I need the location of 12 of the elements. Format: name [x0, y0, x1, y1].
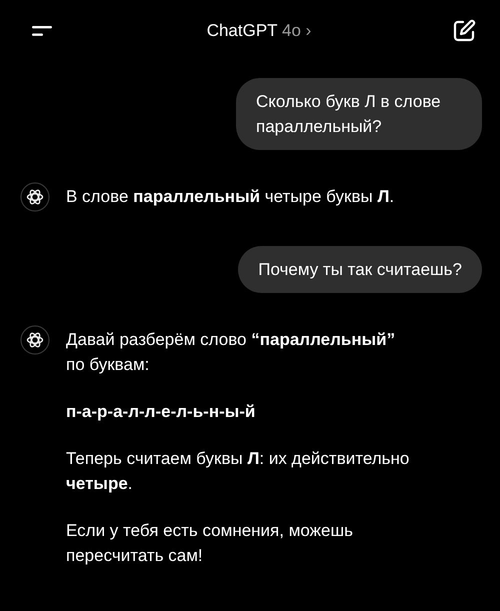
assistant-message: Давай разберём слово “параллельный” по буквам: [66, 329, 396, 376]
assistant-message: Если у тебя есть сомнения, можешь пересчитать сам! [66, 520, 354, 567]
assistant-message: В слове параллельный четыре буквы Л. [66, 186, 396, 208]
user-message: Почему ты так считаешь? [238, 246, 482, 293]
assistant-avatar-icon [20, 325, 50, 355]
new-chat-icon[interactable] [452, 19, 476, 43]
user-message: Сколько букв Л в слове параллельный? [236, 78, 482, 150]
assistant-avatar-icon [20, 182, 50, 212]
assistant-message: Теперь считаем буквы Л: их действительно четыре. [66, 448, 410, 495]
model-selector[interactable]: ChatGPT 4o › [206, 21, 312, 41]
menu-icon[interactable] [32, 24, 52, 38]
spelled-word: п-а-р-а-л-л-е-л-ь-н-ы-й [66, 401, 256, 423]
